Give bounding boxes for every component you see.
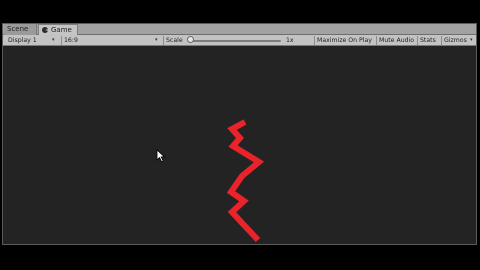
mute-audio-label: Mute Audio: [379, 37, 415, 44]
stats-label: Stats: [420, 37, 436, 44]
gizmos-label: Gizmos: [444, 37, 467, 44]
game-toolbar: Display 1 ▾ 16:9 ▾ Scale 1x Maximize On …: [3, 35, 476, 46]
tab-game-label: Game: [51, 26, 72, 34]
aspect-dropdown-label: 16:9: [64, 37, 78, 44]
scale-label: Scale: [163, 36, 187, 45]
game-viewport[interactable]: [3, 46, 476, 244]
stats-toggle[interactable]: Stats: [417, 36, 440, 45]
tab-game[interactable]: Game: [38, 24, 78, 35]
bottom-letterbox: [0, 246, 480, 270]
chevron-down-icon: ▾: [52, 37, 55, 43]
chevron-down-icon: ▾: [155, 37, 158, 43]
zigzag-path-graphic: [226, 119, 265, 243]
chevron-down-icon: ▾: [470, 37, 473, 43]
maximize-on-play-label: Maximize On Play: [317, 37, 372, 44]
tab-scene-label: Scene: [7, 25, 29, 33]
gizmos-dropdown[interactable]: Gizmos ▾: [441, 36, 475, 45]
maximize-on-play-toggle[interactable]: Maximize On Play: [314, 36, 375, 45]
display-dropdown[interactable]: Display 1 ▾: [6, 36, 58, 45]
scale-slider-track[interactable]: [188, 40, 281, 42]
display-dropdown-label: Display 1: [8, 37, 37, 44]
pacman-icon: [42, 27, 48, 33]
scale-slider-thumb[interactable]: [187, 36, 194, 43]
mouse-pointer-icon: [156, 149, 166, 163]
tab-bar: Scene Game: [3, 24, 476, 35]
tab-scene[interactable]: Scene: [4, 24, 37, 35]
video-frame: Scene Game Display 1 ▾ 16:9 ▾ Scale 1x M…: [0, 0, 480, 270]
scale-value: 1x: [286, 37, 294, 44]
aspect-dropdown[interactable]: 16:9 ▾: [61, 36, 161, 45]
mute-audio-toggle[interactable]: Mute Audio: [376, 36, 416, 45]
unity-game-window: Scene Game Display 1 ▾ 16:9 ▾ Scale 1x M…: [2, 23, 477, 245]
